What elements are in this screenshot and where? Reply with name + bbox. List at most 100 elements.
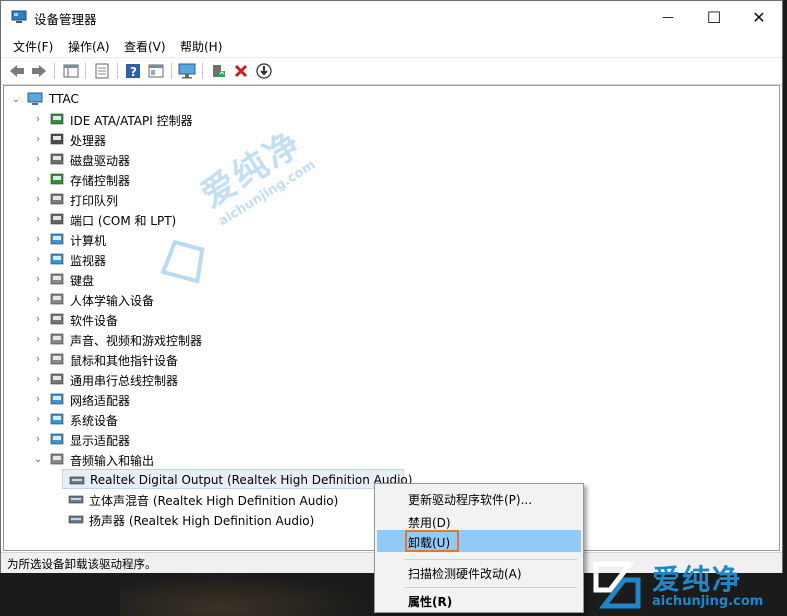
chevron-right-icon[interactable]: › — [32, 312, 44, 326]
network-icon — [49, 391, 65, 407]
chevron-down-icon[interactable]: ⌄ — [10, 92, 22, 106]
stereo-mix-icon — [68, 491, 84, 507]
chevron-right-icon[interactable]: › — [32, 192, 44, 206]
tree-category-label: 监视器 — [70, 254, 107, 268]
menu-scan-hardware[interactable]: 扫描检测硬件改动(A) — [377, 561, 581, 583]
device-tree[interactable]: ⌄ TTAC › IDE ATA/ATAPI 控制器 › 处理器 › 磁盘驱动器 › 存储控制… — [3, 85, 780, 551]
view-icon — [148, 64, 164, 78]
tree-category[interactable]: › 端口 (COM 和 LPT) — [4, 209, 764, 229]
chevron-right-icon[interactable]: › — [32, 212, 44, 226]
chevron-right-icon[interactable]: › — [32, 352, 44, 366]
hid-icon — [49, 291, 65, 307]
uninstall-button[interactable] — [231, 61, 251, 81]
chevron-right-icon[interactable]: › — [32, 372, 44, 386]
status-text: 为所选设备卸载该驱动程序。 — [7, 557, 157, 571]
menu-action[interactable]: 操作(A) — [68, 38, 110, 55]
maximize-icon: ☐ — [706, 7, 722, 27]
tree-category[interactable]: › 计算机 — [4, 229, 764, 249]
disable-device-button[interactable] — [254, 61, 274, 81]
forward-button[interactable] — [29, 61, 49, 81]
menu-uninstall[interactable]: 卸载(U) — [377, 530, 581, 552]
monitor-icon — [178, 63, 196, 79]
toolbar-separator — [117, 63, 118, 79]
chevron-right-icon[interactable]: › — [32, 272, 44, 286]
show-hide-tree-button[interactable] — [61, 61, 81, 81]
help-button[interactable]: ? — [123, 61, 143, 81]
chevron-right-icon[interactable]: › — [32, 232, 44, 246]
title-bar[interactable]: 设备管理器 — ☐ ✕ — [1, 1, 782, 33]
tree-category-label: 打印队列 — [70, 194, 119, 208]
show-hide-tree-icon — [63, 64, 79, 78]
processor-icon — [49, 131, 65, 147]
properties-button[interactable] — [92, 61, 112, 81]
tree-category[interactable]: › 键盘 — [4, 269, 764, 289]
chevron-right-icon[interactable]: › — [32, 392, 44, 406]
tree-root[interactable]: ⌄ TTAC — [4, 89, 764, 109]
scan-hardware-button[interactable] — [177, 61, 197, 81]
tree-category[interactable]: › 网络适配器 — [4, 389, 764, 409]
digital-output-icon — [69, 472, 85, 488]
tree-category-label: 声音、视频和游戏控制器 — [70, 334, 203, 348]
storage-controller-icon — [49, 171, 65, 187]
menu-update-driver[interactable]: 更新驱动程序软件(P)... — [377, 487, 581, 509]
menu-view[interactable]: 查看(V) — [124, 38, 166, 55]
tree-category[interactable]: › 软件设备 — [4, 309, 764, 329]
close-button[interactable]: ✕ — [736, 1, 782, 33]
tree-category[interactable]: › 人体学输入设备 — [4, 289, 764, 309]
minimize-button[interactable]: — — [645, 1, 691, 33]
disk-drive-icon — [49, 151, 65, 167]
tree-category[interactable]: › 显示适配器 — [4, 429, 764, 449]
window-title: 设备管理器 — [34, 12, 97, 27]
tree-category[interactable]: › 声音、视频和游戏控制器 — [4, 329, 764, 349]
menu-disable[interactable]: 禁用(D) — [377, 510, 581, 532]
properties-icon — [95, 63, 109, 79]
chevron-right-icon[interactable]: › — [32, 292, 44, 306]
menu-properties[interactable]: 属性(R) — [377, 589, 581, 611]
chevron-right-icon[interactable]: › — [32, 412, 44, 426]
chevron-right-icon[interactable]: › — [32, 132, 44, 146]
computer-root-icon — [27, 92, 43, 105]
chevron-right-icon[interactable]: › — [32, 112, 44, 126]
tree-category[interactable]: › 打印队列 — [4, 189, 764, 209]
brand-watermark: 爱纯净 aichunjing.com — [586, 556, 786, 614]
menu-scan-hardware-label: 扫描检测硬件改动(A) — [408, 567, 522, 581]
update-driver-button[interactable] — [208, 61, 228, 81]
tree-category[interactable]: › 磁盘驱动器 — [4, 149, 764, 169]
menu-separator — [405, 559, 577, 560]
tree-category[interactable]: › 存储控制器 — [4, 169, 764, 189]
menu-help[interactable]: 帮助(H) — [180, 38, 222, 55]
device-row-label: 扬声器 (Realtek High Definition Audio) — [89, 514, 315, 528]
speaker-icon — [68, 511, 84, 527]
menu-bar: 文件(F) 操作(A) 查看(V) 帮助(H) — [1, 33, 782, 56]
device-row-selected[interactable]: Realtek Digital Output (Realtek High Def… — [62, 469, 412, 489]
tree-category-label: 通用串行总线控制器 — [70, 374, 179, 388]
menu-file[interactable]: 文件(F) — [13, 38, 53, 55]
chevron-right-icon[interactable]: › — [32, 332, 44, 346]
tree-category[interactable]: › IDE ATA/ATAPI 控制器 — [4, 109, 764, 129]
tree-category-label: 端口 (COM 和 LPT) — [70, 214, 177, 228]
chevron-right-icon[interactable]: › — [32, 252, 44, 266]
tree-category[interactable]: › 监视器 — [4, 249, 764, 269]
menu-update-driver-label: 更新驱动程序软件(P)... — [408, 493, 533, 507]
maximize-button[interactable]: ☐ — [691, 1, 737, 33]
system-device-icon — [49, 411, 65, 427]
toolbar-separator — [85, 63, 86, 79]
audio-io-icon — [49, 451, 65, 467]
chevron-down-icon[interactable]: ⌄ — [32, 452, 44, 466]
tree-category[interactable]: › 系统设备 — [4, 409, 764, 429]
tree-category[interactable]: › 通用串行总线控制器 — [4, 369, 764, 389]
tree-category-label: 鼠标和其他指针设备 — [70, 354, 179, 368]
tree-category-label: 处理器 — [70, 134, 107, 148]
chevron-right-icon[interactable]: › — [32, 432, 44, 446]
usb-icon — [49, 371, 65, 387]
tree-category[interactable]: › 处理器 — [4, 129, 764, 149]
printer-icon — [49, 191, 65, 207]
software-device-icon — [49, 311, 65, 327]
tree-category-label: 音频输入和输出 — [70, 454, 155, 468]
chevron-right-icon[interactable]: › — [32, 172, 44, 186]
tree-category[interactable]: › 鼠标和其他指针设备 — [4, 349, 764, 369]
chevron-right-icon[interactable]: › — [32, 152, 44, 166]
back-button[interactable] — [7, 61, 27, 81]
view-button[interactable] — [146, 61, 166, 81]
tree-category[interactable]: ⌄ 音频输入和输出 — [4, 449, 764, 469]
